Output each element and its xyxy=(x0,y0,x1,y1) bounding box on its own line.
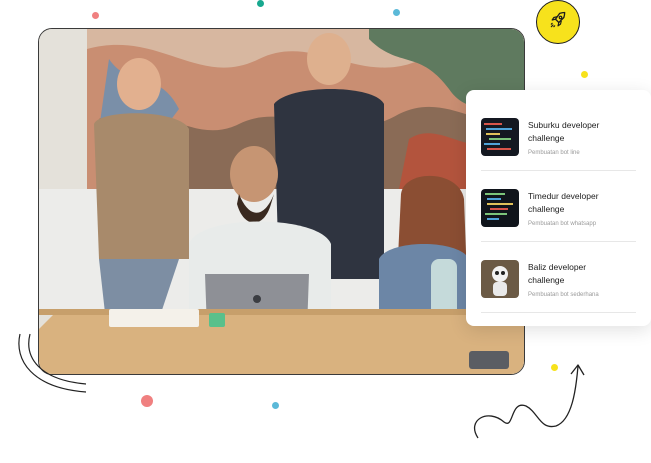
challenge-subtitle: Pembuatan bot whatsapp xyxy=(528,220,597,227)
challenge-title: Timedur developer challenge xyxy=(528,190,599,214)
list-item[interactable]: Suburku developer challenge Pembuatan bo… xyxy=(481,100,636,171)
list-item[interactable]: Baliz developer challenge Pembuatan bot … xyxy=(481,242,636,313)
challenge-subtitle: Pembuatan bot line xyxy=(528,149,580,156)
challenge-title: Suburku developer challenge xyxy=(528,119,600,143)
code-thumbnail xyxy=(481,118,519,156)
decor-dot xyxy=(272,402,279,409)
list-item[interactable]: Timedur developer challenge Pembuatan bo… xyxy=(481,171,636,242)
decor-dot xyxy=(257,0,264,7)
challenge-list-card: Suburku developer challenge Pembuatan bo… xyxy=(466,90,651,326)
team-photo xyxy=(38,28,525,375)
rocket-badge xyxy=(536,0,580,44)
decor-dot xyxy=(393,9,400,16)
challenge-subtitle: Pembuatan bot sederhana xyxy=(528,291,599,298)
code-thumbnail xyxy=(481,189,519,227)
decor-arrow xyxy=(473,364,585,439)
rocket-icon xyxy=(548,10,568,35)
robot-thumbnail xyxy=(481,260,519,298)
decor-dot xyxy=(141,395,153,407)
decor-dot xyxy=(92,12,99,19)
challenge-title: Baliz developer challenge xyxy=(528,261,587,285)
decor-dot xyxy=(581,71,588,78)
decor-curves xyxy=(18,333,87,393)
